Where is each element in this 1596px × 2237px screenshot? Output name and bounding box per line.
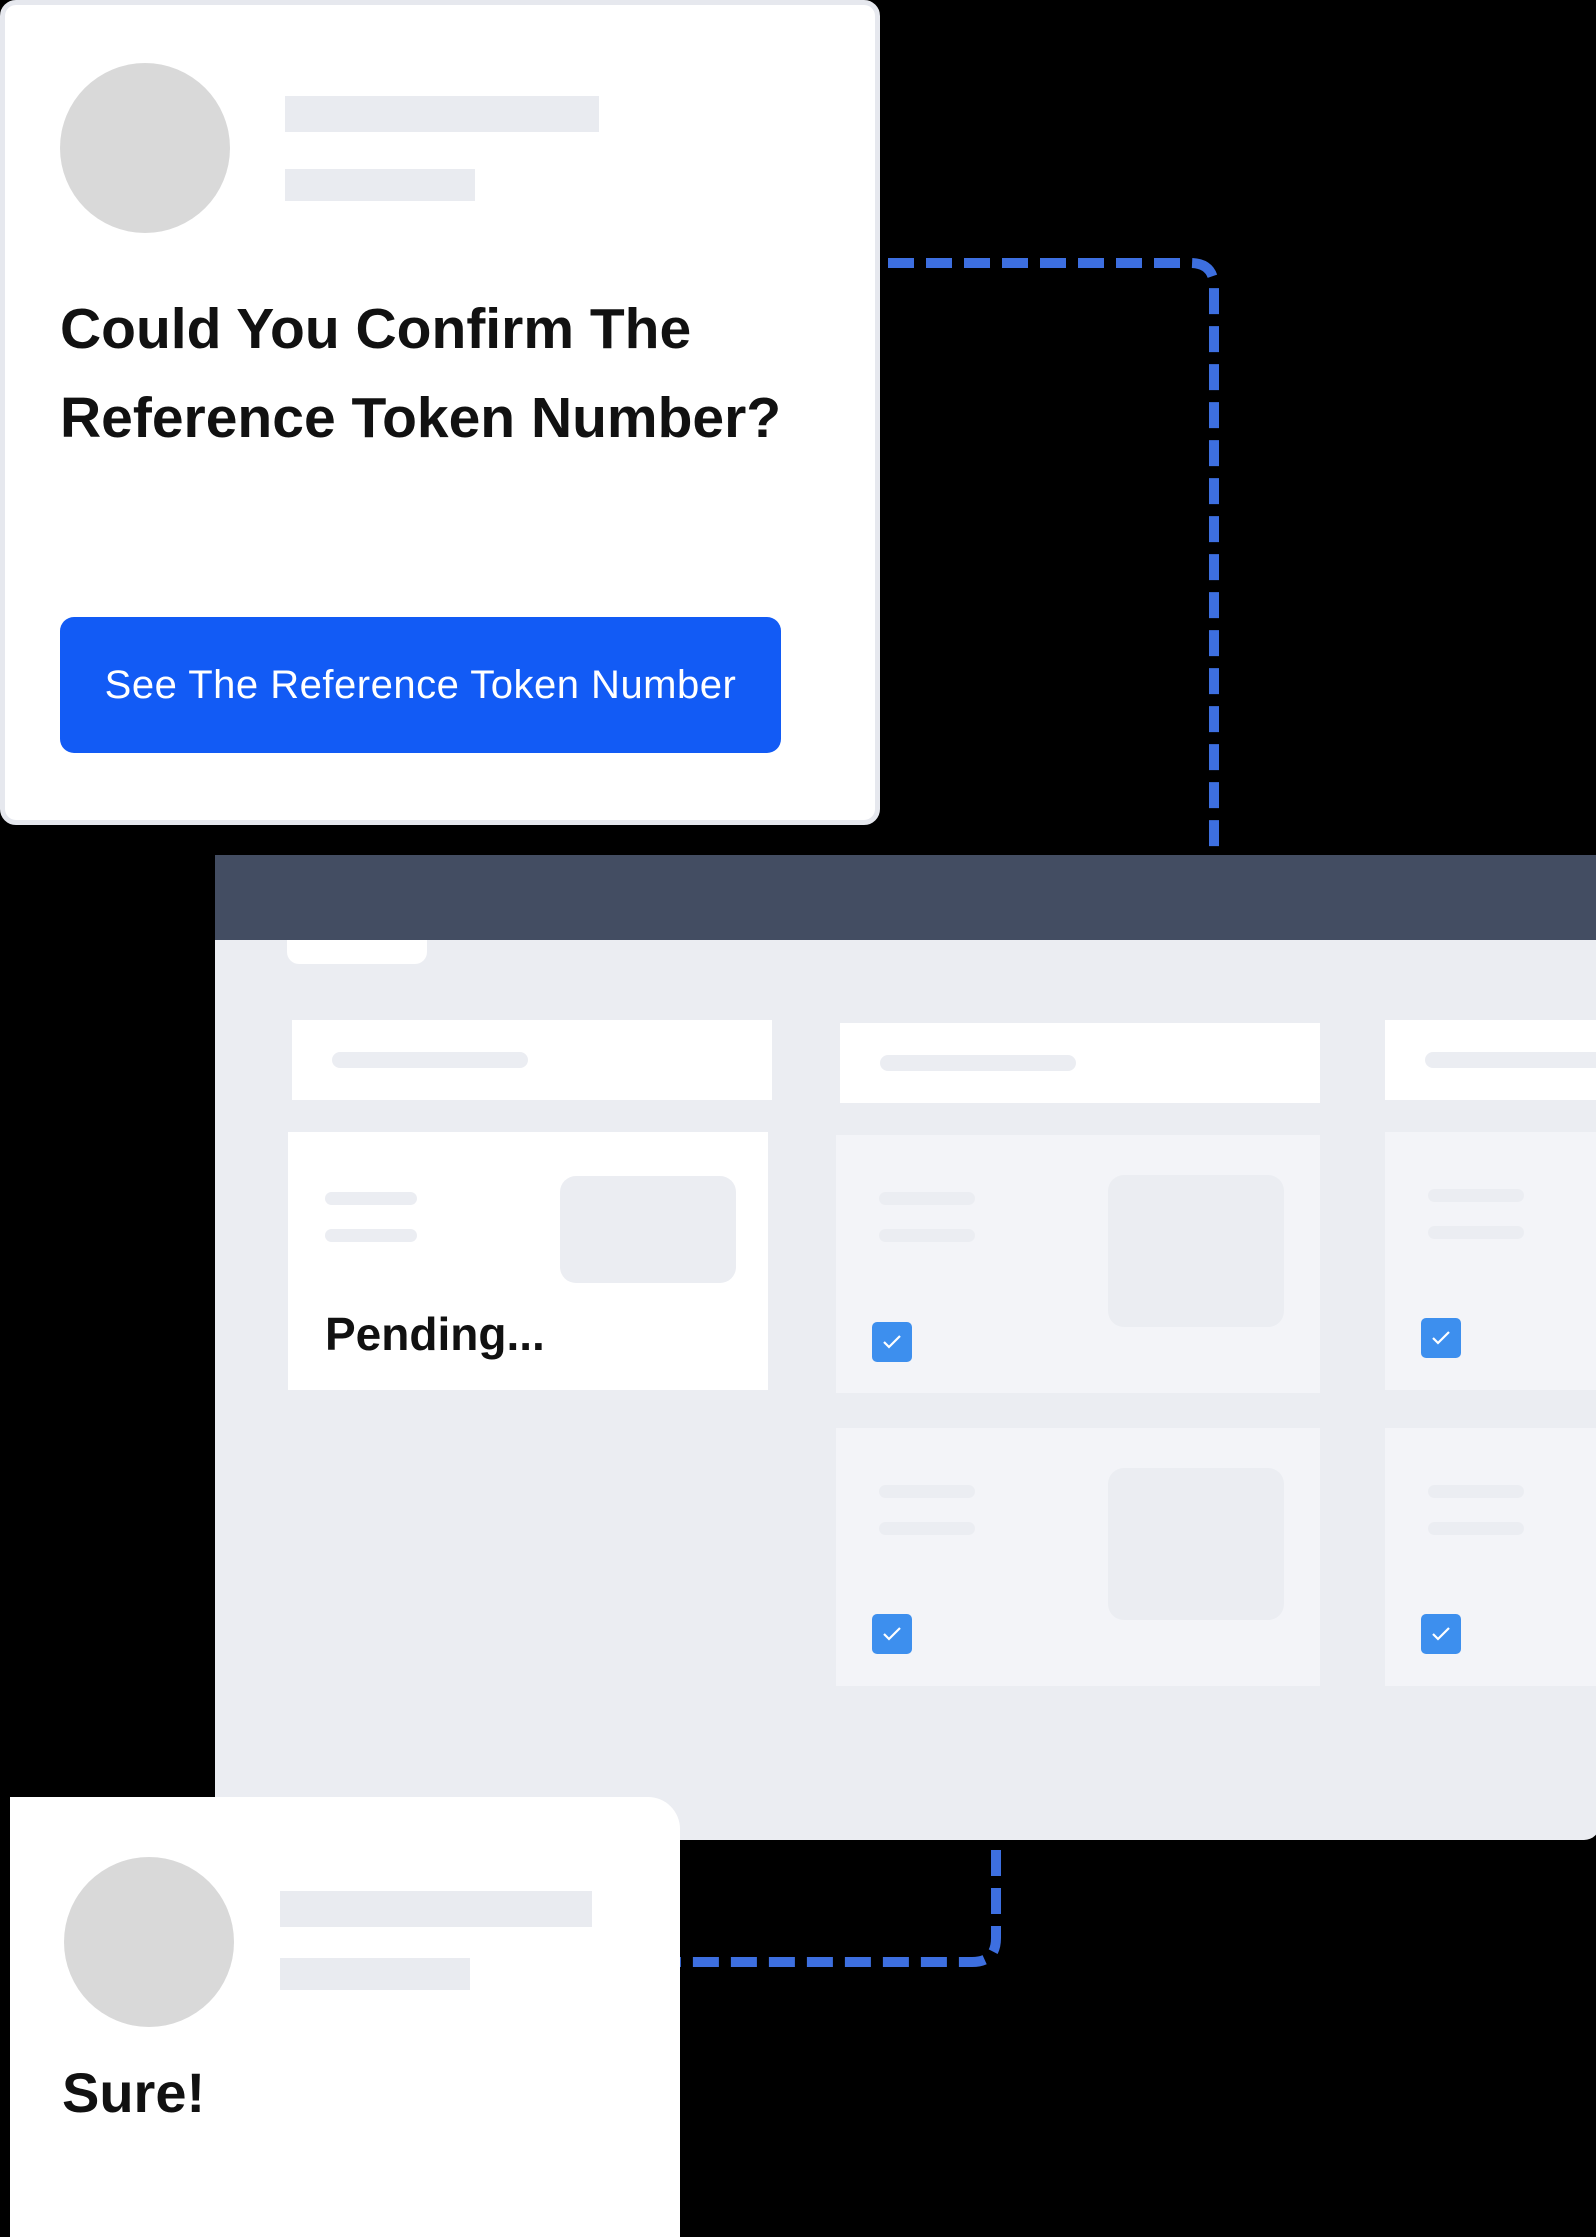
column-title-placeholder [1425, 1052, 1596, 1068]
task-line-placeholder [879, 1522, 975, 1535]
check-icon [883, 1335, 901, 1349]
question-text: Could You Confirm The Reference Token Nu… [60, 297, 782, 450]
task-checkbox[interactable] [872, 1614, 912, 1654]
task-image-placeholder [1108, 1175, 1284, 1327]
see-token-button[interactable]: See The Reference Token Number [60, 617, 781, 753]
subtitle-placeholder [280, 1958, 470, 1990]
board-window: Pending... [215, 855, 1596, 1840]
task-line-placeholder [879, 1485, 975, 1498]
avatar [64, 1857, 234, 2027]
task-checkbox[interactable] [1421, 1318, 1461, 1358]
name-placeholder [285, 96, 599, 132]
task-line-placeholder [1428, 1485, 1524, 1498]
connector-top [888, 258, 1219, 848]
pending-status: Pending... [325, 1308, 545, 1360]
message-card-reply [10, 1797, 680, 2237]
check-icon [1432, 1627, 1450, 1641]
reply-text: Sure! [62, 2061, 206, 2124]
task-line-placeholder [1428, 1522, 1524, 1535]
column-header [1385, 1020, 1596, 1100]
task-image-placeholder [560, 1176, 736, 1283]
check-icon [1432, 1331, 1450, 1345]
task-card-done[interactable] [1385, 1132, 1596, 1390]
message-card-top: Could You Confirm The Reference Token Nu… [0, 0, 880, 825]
check-icon [883, 1627, 901, 1641]
task-line-placeholder [325, 1192, 417, 1205]
tab-placeholder[interactable] [287, 940, 427, 964]
task-line-placeholder [1428, 1226, 1524, 1239]
task-line-placeholder [325, 1229, 417, 1242]
task-image-placeholder [1108, 1468, 1284, 1620]
subtitle-placeholder [285, 169, 475, 201]
name-placeholder [280, 1891, 592, 1927]
task-card-pending[interactable]: Pending... [288, 1132, 768, 1390]
task-checkbox[interactable] [1421, 1614, 1461, 1654]
task-line-placeholder [879, 1229, 975, 1242]
connector-bottom [660, 1850, 1001, 1967]
task-line-placeholder [879, 1192, 975, 1205]
avatar [60, 63, 230, 233]
task-card-done[interactable] [836, 1428, 1320, 1686]
column-header [840, 1023, 1320, 1103]
task-card-done[interactable] [1385, 1428, 1596, 1686]
task-checkbox[interactable] [872, 1322, 912, 1362]
column-header [292, 1020, 772, 1100]
column-title-placeholder [332, 1052, 528, 1068]
column-title-placeholder [880, 1055, 1076, 1071]
task-line-placeholder [1428, 1189, 1524, 1202]
task-card-done[interactable] [836, 1135, 1320, 1393]
window-titlebar [215, 855, 1596, 940]
